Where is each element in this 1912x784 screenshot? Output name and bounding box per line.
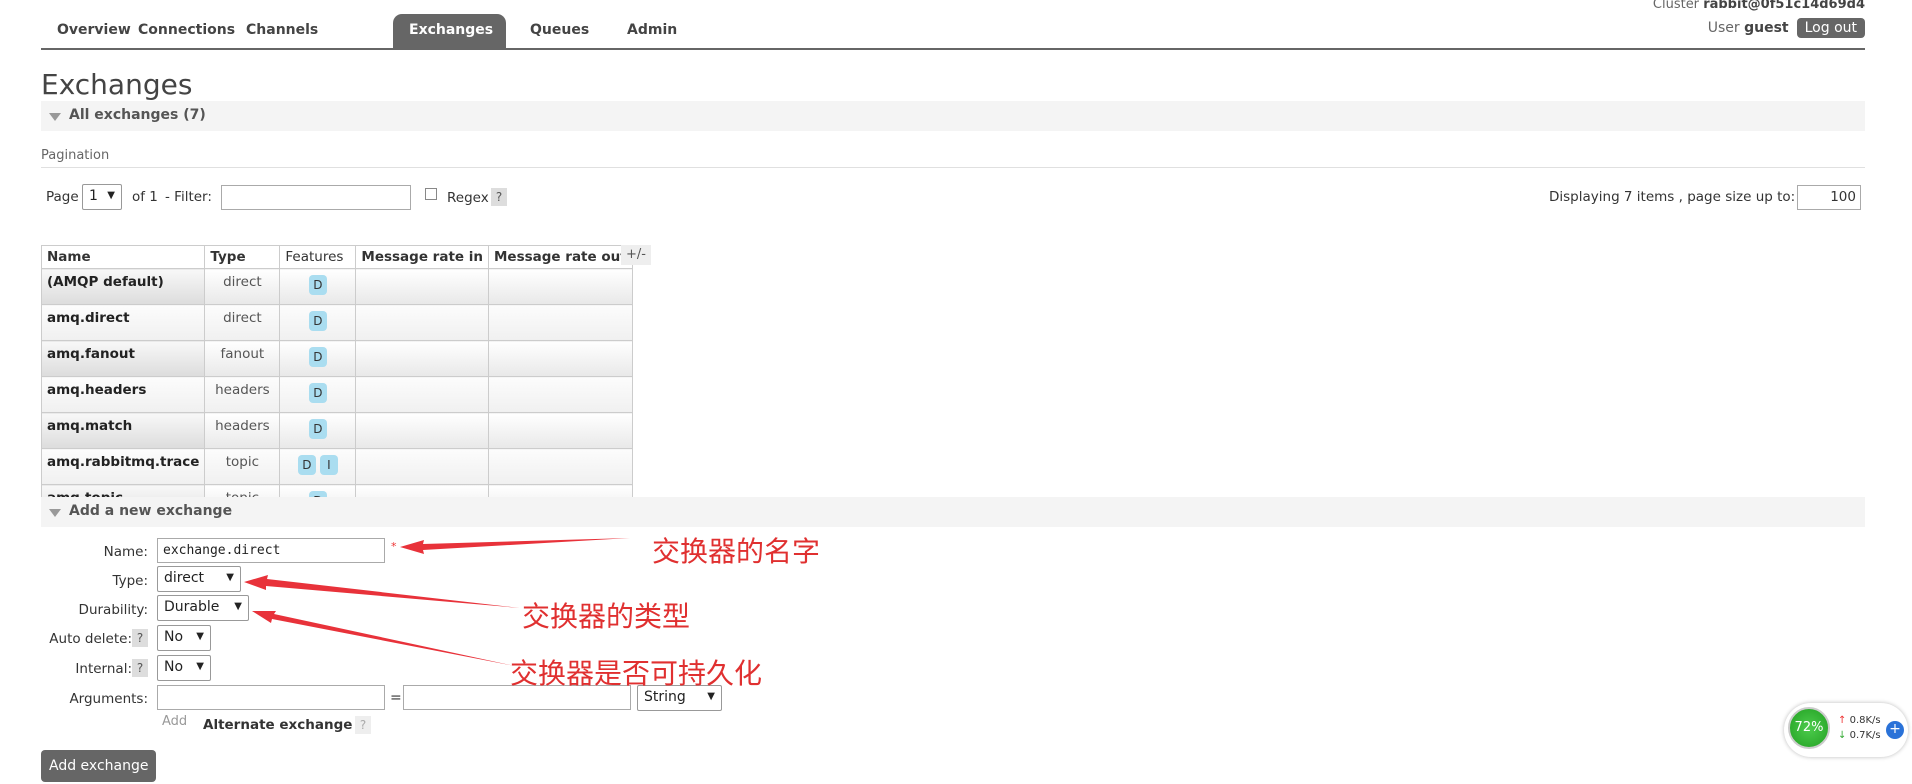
arrow-down-icon: ↓ xyxy=(1838,730,1847,741)
cpu-usage-gauge: 72% xyxy=(1788,707,1830,749)
annotation-arrows xyxy=(244,538,630,666)
plus-icon[interactable]: + xyxy=(1886,721,1904,739)
network-speed-widget[interactable]: 72% ↑ 0.8K/s ↓ 0.7K/s + xyxy=(1784,703,1908,757)
annotation-arrow-durability xyxy=(252,611,515,666)
download-rate: ↓ 0.7K/s xyxy=(1838,730,1881,741)
annotation-arrow-type xyxy=(244,575,520,608)
annotation-name: 交换器的名字 xyxy=(652,535,821,568)
annotation-arrow-name xyxy=(400,538,630,554)
download-rate-value: 0.7K/s xyxy=(1849,730,1881,741)
annotation-durability: 交换器是否可持久化 xyxy=(510,657,763,690)
arrow-up-icon: ↑ xyxy=(1838,715,1847,726)
upload-rate-value: 0.8K/s xyxy=(1849,715,1881,726)
annotation-type: 交换器的类型 xyxy=(522,600,691,633)
upload-rate: ↑ 0.8K/s xyxy=(1838,715,1881,726)
